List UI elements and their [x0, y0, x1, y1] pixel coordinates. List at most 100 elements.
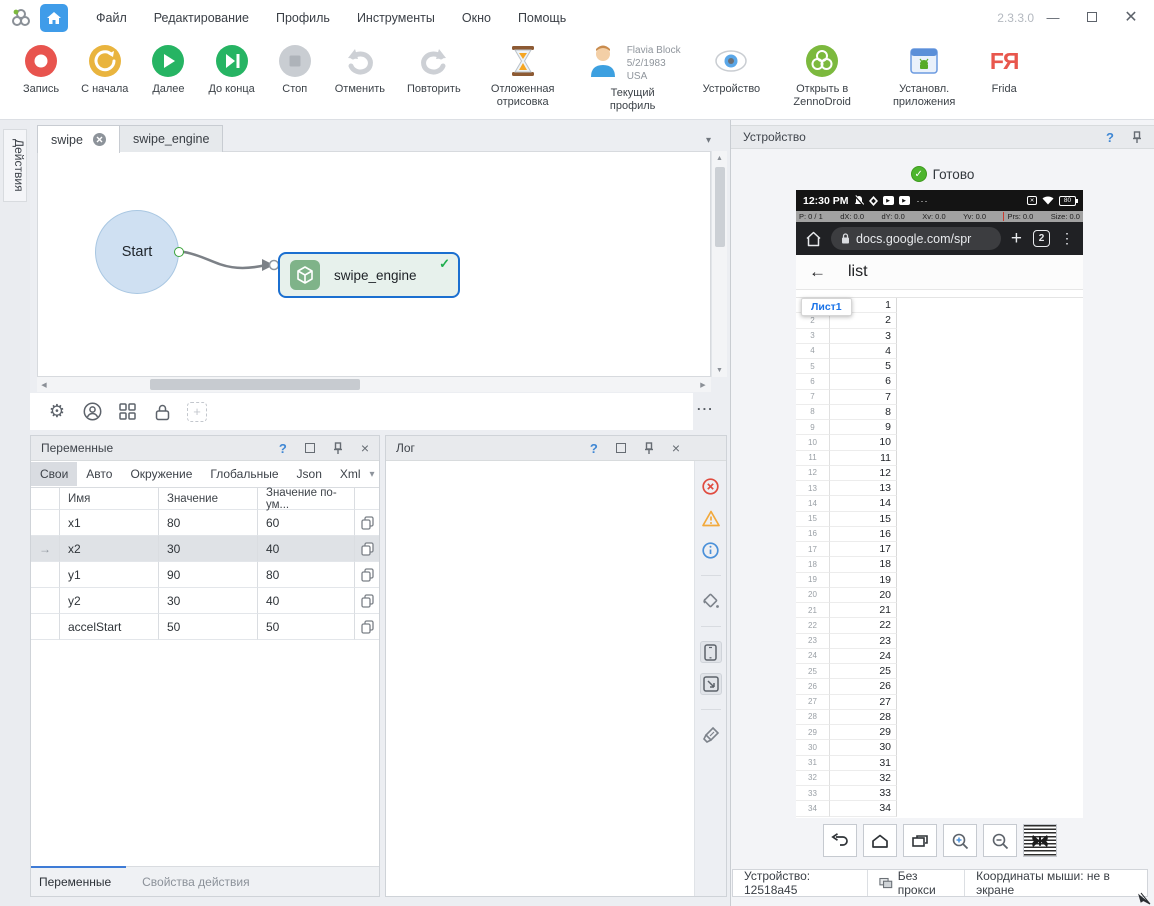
tab-swipe-engine[interactable]: swipe_engine — [120, 125, 223, 152]
sheet-cell-value[interactable]: 18 — [830, 557, 897, 572]
menu-item[interactable]: Окно — [462, 11, 491, 25]
close-panel-icon[interactable]: × — [361, 443, 369, 453]
sheet-tab-label[interactable]: Лист1 — [801, 298, 852, 316]
canvas-horizontal-scrollbar[interactable]: ◀ ▶ — [37, 377, 711, 392]
vars-tabs-dropdown-icon[interactable]: ▾ — [370, 469, 375, 480]
tabs-dropdown-icon[interactable]: ▾ — [706, 135, 711, 152]
log-info-filter-icon[interactable] — [700, 539, 722, 561]
undo-button[interactable]: Отменить — [324, 43, 396, 96]
variable-name[interactable]: x2 — [60, 536, 159, 562]
horizontal-scroll-thumb[interactable] — [150, 379, 360, 390]
help-icon[interactable]: ? — [279, 441, 287, 456]
pin-icon[interactable] — [1132, 131, 1142, 144]
fill-color-icon[interactable] — [700, 590, 722, 612]
device-screen[interactable]: 12:30 PM ▶ ▶ ··· ✕ 80 P: 0 / 1dX: 0.0dY:… — [796, 190, 1083, 818]
device-screen-toggle-icon[interactable] — [700, 641, 722, 663]
current-profile-button[interactable]: Flavia Block 5/2/1983 USA Текущий профил… — [574, 43, 692, 113]
sheet-cell-value[interactable]: 16 — [830, 527, 897, 542]
sheet-cell-value[interactable]: 22 — [830, 618, 897, 633]
copy-variable-button[interactable] — [355, 536, 379, 562]
deferred-render-button[interactable]: Отложенная отрисовка — [472, 43, 574, 109]
scroll-right-icon[interactable]: ▶ — [696, 381, 710, 389]
lock-icon[interactable] — [152, 402, 172, 422]
sheet-cell-value[interactable]: 28 — [830, 710, 897, 725]
back-arrow-icon[interactable]: ← — [809, 262, 826, 282]
maximize-panel-icon[interactable] — [616, 443, 626, 453]
sheet-cell-value[interactable]: 33 — [830, 786, 897, 801]
sheet-cell-value[interactable]: 4 — [830, 344, 897, 359]
variable-value[interactable]: 90 — [159, 562, 258, 588]
menu-item[interactable]: Редактирование — [154, 11, 249, 25]
address-bar[interactable]: docs.google.com/spr — [831, 227, 1001, 250]
vars-tab-xml[interactable]: Xml — [331, 462, 370, 486]
device-button[interactable]: Устройство — [692, 43, 772, 96]
vars-tab-auto[interactable]: Авто — [77, 462, 121, 486]
browser-menu-icon[interactable]: ⋮ — [1060, 230, 1074, 247]
variable-name[interactable]: y2 — [60, 588, 159, 614]
to-end-button[interactable]: До конца — [197, 43, 265, 96]
variable-row[interactable]: x18060 — [31, 510, 379, 536]
profile-circle-icon[interactable] — [82, 402, 102, 422]
sheet-cell-value[interactable]: 20 — [830, 588, 897, 603]
settings-gear-icon[interactable]: ⚙ — [47, 402, 67, 422]
scroll-left-icon[interactable]: ◀ — [37, 381, 51, 389]
sheet-cell-value[interactable]: 6 — [830, 374, 897, 389]
sheet-cell-value[interactable]: 13 — [830, 481, 897, 496]
tab-close-icon[interactable] — [93, 133, 106, 146]
sheet-cell-value[interactable]: 27 — [830, 695, 897, 710]
sheet-cell-value[interactable]: 10 — [830, 435, 897, 450]
sheet-cell-value[interactable]: 21 — [830, 603, 897, 618]
spreadsheet[interactable]: 1122334455667788991010111112121313141415… — [796, 290, 1083, 818]
sheet-cell-value[interactable]: 19 — [830, 573, 897, 588]
log-warnings-filter-icon[interactable] — [700, 507, 722, 529]
sheet-cell-value[interactable]: 14 — [830, 496, 897, 511]
variable-name[interactable]: x1 — [60, 510, 159, 536]
help-icon[interactable]: ? — [1106, 130, 1114, 145]
zoom-out-button[interactable] — [983, 824, 1017, 857]
flow-canvas[interactable]: Start swipe_engine ✓ — [37, 151, 711, 377]
grid-view-icon[interactable] — [117, 402, 137, 422]
next-button[interactable]: Далее — [139, 43, 197, 96]
variable-default[interactable]: 40 — [258, 536, 355, 562]
variable-name[interactable]: accelStart — [60, 614, 159, 640]
sheet-cell-value[interactable]: 30 — [830, 740, 897, 755]
resize-toggle-icon[interactable] — [700, 673, 722, 695]
screen-capture-mode-button[interactable] — [1023, 824, 1057, 857]
sheet-cell-value[interactable]: 3 — [830, 329, 897, 344]
variable-default[interactable]: 60 — [258, 510, 355, 536]
record-button[interactable]: Запись — [12, 43, 70, 96]
swipe-engine-node[interactable]: swipe_engine ✓ — [278, 252, 460, 298]
device-recents-button[interactable] — [903, 824, 937, 857]
sheet-cell-value[interactable]: 23 — [830, 634, 897, 649]
menu-item[interactable]: Файл — [96, 11, 127, 25]
frida-button[interactable]: FЯ Frida — [975, 43, 1033, 96]
actions-dock-tab[interactable]: Действия — [3, 129, 27, 202]
variable-default[interactable]: 40 — [258, 588, 355, 614]
installed-apps-button[interactable]: Установл. приложения — [873, 43, 975, 109]
sheet-cell-value[interactable]: 17 — [830, 542, 897, 557]
stop-button[interactable]: Стоп — [266, 43, 324, 96]
copy-variable-button[interactable] — [355, 562, 379, 588]
start-node[interactable]: Start — [95, 210, 179, 294]
tab-swipe[interactable]: swipe — [37, 125, 120, 153]
open-in-zennodroid-button[interactable]: Открыть в ZennoDroid — [771, 43, 873, 109]
variable-name[interactable]: y1 — [60, 562, 159, 588]
menu-item[interactable]: Инструменты — [357, 11, 435, 25]
redo-button[interactable]: Повторить — [396, 43, 472, 96]
variable-row[interactable]: →x23040 — [31, 536, 379, 562]
restart-button[interactable]: С начала — [70, 43, 139, 96]
tab-count[interactable]: 2 — [1033, 230, 1050, 247]
variable-value[interactable]: 30 — [159, 536, 258, 562]
vertical-scroll-thumb[interactable] — [715, 167, 725, 247]
minimize-button[interactable]: — — [1044, 8, 1062, 26]
copy-variable-button[interactable] — [355, 588, 379, 614]
vars-tab-global[interactable]: Глобальные — [201, 462, 287, 486]
bottom-tab-variables[interactable]: Переменные — [31, 867, 126, 896]
column-name[interactable]: Имя — [60, 488, 159, 510]
variable-row[interactable]: accelStart5050 — [31, 614, 379, 640]
sheet-cell-value[interactable]: 7 — [830, 390, 897, 405]
sheet-cell-value[interactable]: 8 — [830, 405, 897, 420]
sheet-cell-value[interactable]: 5 — [830, 359, 897, 374]
help-icon[interactable]: ? — [590, 441, 598, 456]
menu-item[interactable]: Профиль — [276, 11, 330, 25]
